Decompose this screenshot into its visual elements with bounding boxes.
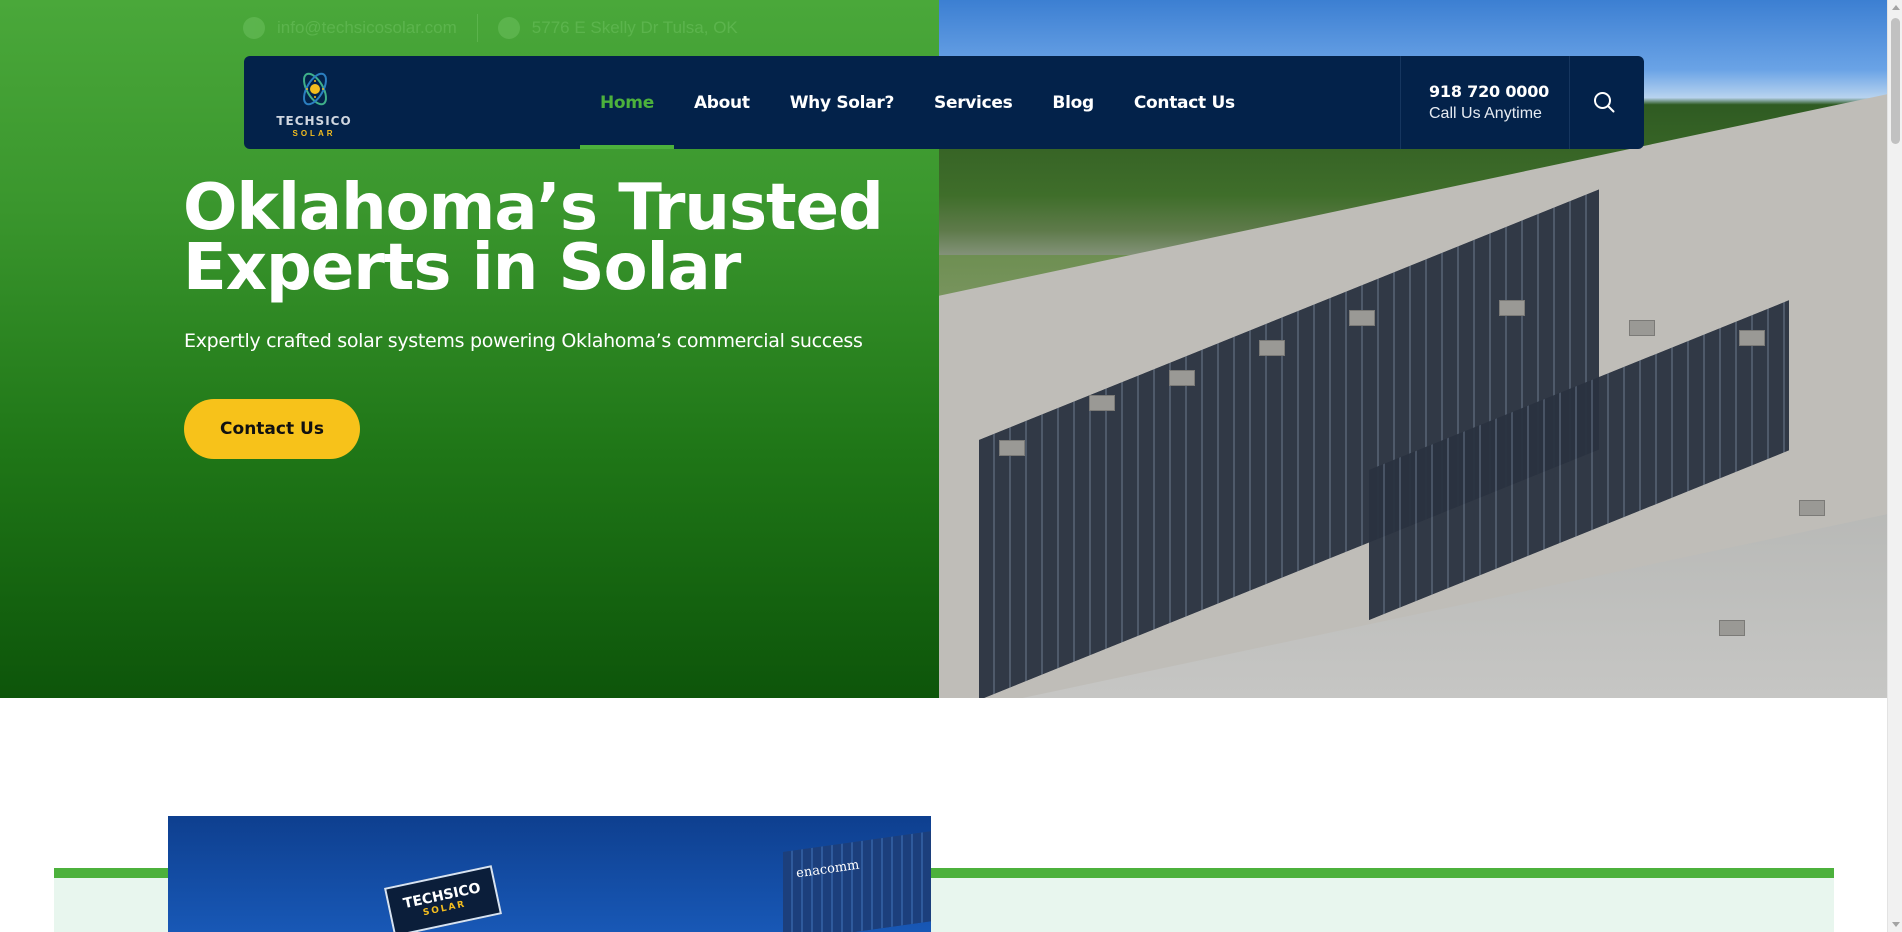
contact-us-button[interactable]: Contact Us <box>184 399 360 459</box>
hero-title: Oklahoma’s Trusted Experts in Solar <box>183 171 884 305</box>
topbar-address: 5776 E Skelly Dr Tulsa, OK <box>497 17 738 39</box>
nav-item-services[interactable]: Services <box>914 56 1032 149</box>
hero-image-hvac-unit <box>1719 620 1745 636</box>
nav-item-contact-us[interactable]: Contact Us <box>1114 56 1255 149</box>
building-sign: TECHSICO SOLAR <box>384 865 502 932</box>
glass-building <box>783 830 931 932</box>
main-navbar: TECHSICO SOLAR Home About Why Solar? Ser… <box>244 56 1644 149</box>
hero-image-hvac-unit <box>1089 395 1115 411</box>
scroll-down-arrow-icon[interactable] <box>1892 922 1900 927</box>
topbar-email-text[interactable]: info@techsicosolar.com <box>277 18 457 38</box>
search-icon <box>1594 92 1615 113</box>
topbar-divider <box>476 14 478 42</box>
nav-item-blog[interactable]: Blog <box>1032 56 1113 149</box>
nav-item-home[interactable]: Home <box>580 56 674 149</box>
topbar-email[interactable]: info@techsicosolar.com <box>243 17 457 39</box>
hero-image-hvac-unit <box>999 440 1025 456</box>
phone-contact[interactable]: 918 720 0000 Call Us Anytime <box>1400 56 1570 149</box>
envelope-icon <box>243 17 265 39</box>
hero-image-hvac-unit <box>1499 300 1525 316</box>
scroll-up-arrow-icon[interactable] <box>1892 5 1900 10</box>
hero-image-hvac-unit <box>1739 330 1765 346</box>
top-contact-strip: info@techsicosolar.com 5776 E Skelly Dr … <box>243 12 738 44</box>
hero-section: info@techsicosolar.com 5776 E Skelly Dr … <box>0 0 1887 698</box>
page-scrollbar[interactable] <box>1887 0 1902 932</box>
hero-image-hvac-unit <box>1169 370 1195 386</box>
primary-nav: Home About Why Solar? Services Blog Cont… <box>580 56 1255 149</box>
phone-caption: Call Us Anytime <box>1429 105 1542 122</box>
logo-brand: TECHSICO <box>276 114 352 128</box>
hero-image-hvac-unit <box>1629 320 1655 336</box>
hero-image-hvac-unit <box>1799 500 1825 516</box>
search-button[interactable] <box>1586 84 1622 120</box>
nav-item-about[interactable]: About <box>674 56 770 149</box>
hero-image-hvac-unit <box>1349 310 1375 326</box>
atom-sun-logo-icon <box>303 72 327 106</box>
logo-sub: SOLAR <box>292 129 336 138</box>
scrollbar-thumb[interactable] <box>1891 18 1900 144</box>
location-pin-icon <box>497 17 520 39</box>
phone-number[interactable]: 918 720 0000 <box>1429 82 1569 101</box>
nav-item-why-solar[interactable]: Why Solar? <box>770 56 914 149</box>
about-image-office-building: TECHSICO SOLAR enacomm <box>168 816 931 932</box>
hero-subtitle: Expertly crafted solar systems powering … <box>184 330 863 352</box>
topbar-address-text: 5776 E Skelly Dr Tulsa, OK <box>531 18 738 37</box>
hero-image-hvac-unit <box>1259 340 1285 356</box>
site-logo[interactable]: TECHSICO SOLAR <box>274 68 354 138</box>
